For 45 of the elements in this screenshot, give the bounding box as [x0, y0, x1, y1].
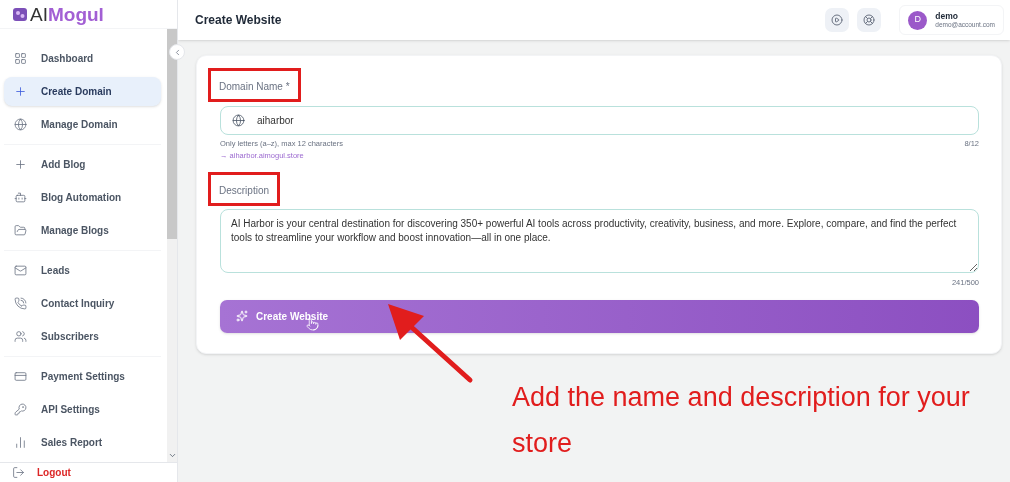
logout-icon	[12, 466, 25, 480]
description-input[interactable]: AI Harbor is your central destination for discovering 350+ powerful AI tools across productivity, creativity, business, and more. Explore, compare, and find the perfect tools to streamline your workflow and boost innovation—all in one place.	[220, 208, 979, 273]
sidebar-item[interactable]: API Settings	[4, 395, 161, 425]
play-icon	[831, 14, 844, 26]
sidebar-item[interactable]: Manage Blogs	[4, 216, 161, 246]
domain-input[interactable]: aiharbor	[220, 106, 979, 135]
logout-link[interactable]: Logout	[37, 465, 71, 481]
key-icon	[14, 403, 27, 417]
scrollbar-thumb[interactable]	[167, 29, 177, 240]
sparkles-icon	[236, 310, 248, 323]
globe-icon	[14, 118, 27, 132]
user-avatar: D	[908, 10, 928, 30]
sidebar-item[interactable]: Manage Domain	[4, 110, 161, 140]
page-title: Create Website	[195, 12, 282, 29]
sidebar-item[interactable]: Dashboard	[4, 44, 161, 74]
phone-icon	[14, 297, 27, 311]
brand-logo: AIMogul	[30, 4, 104, 24]
credit-card-icon	[14, 370, 27, 384]
sidebar-item[interactable]: Contact Inquiry	[4, 289, 161, 319]
bar-chart-icon	[14, 436, 27, 450]
collapse-button[interactable]	[169, 44, 185, 60]
folder-icon	[14, 224, 27, 238]
create-website-button[interactable]: Create Website	[220, 299, 979, 333]
field-label: Domain Name *	[219, 81, 290, 92]
lifebuoy-icon	[863, 14, 876, 26]
video-button[interactable]	[825, 8, 850, 32]
logo-icon	[12, 6, 28, 23]
annotation-text: Add the name and description for your store	[512, 381, 971, 460]
globe-icon	[232, 114, 245, 127]
sidebar-item[interactable]: Sales Report	[4, 428, 161, 458]
mail-icon	[14, 264, 27, 278]
robot-icon	[14, 191, 27, 205]
sidebar-item[interactable]: Payment Settings	[4, 362, 161, 392]
sidebar-item[interactable]: Add Blog	[4, 150, 161, 180]
plus-icon	[14, 85, 27, 99]
sidebar-item[interactable]: Create Domain	[4, 77, 161, 107]
users-icon	[14, 330, 27, 344]
field-label: Description	[219, 184, 270, 196]
support-button[interactable]	[857, 8, 882, 32]
sidebar-item[interactable]: Subscribers	[4, 322, 161, 352]
user-name: demo	[935, 10, 959, 22]
sidebar-item[interactable]: Leads	[4, 256, 161, 286]
sidebar-item[interactable]: Blog Automation	[4, 183, 161, 213]
plus-icon	[14, 158, 27, 172]
grid-icon	[14, 52, 27, 66]
